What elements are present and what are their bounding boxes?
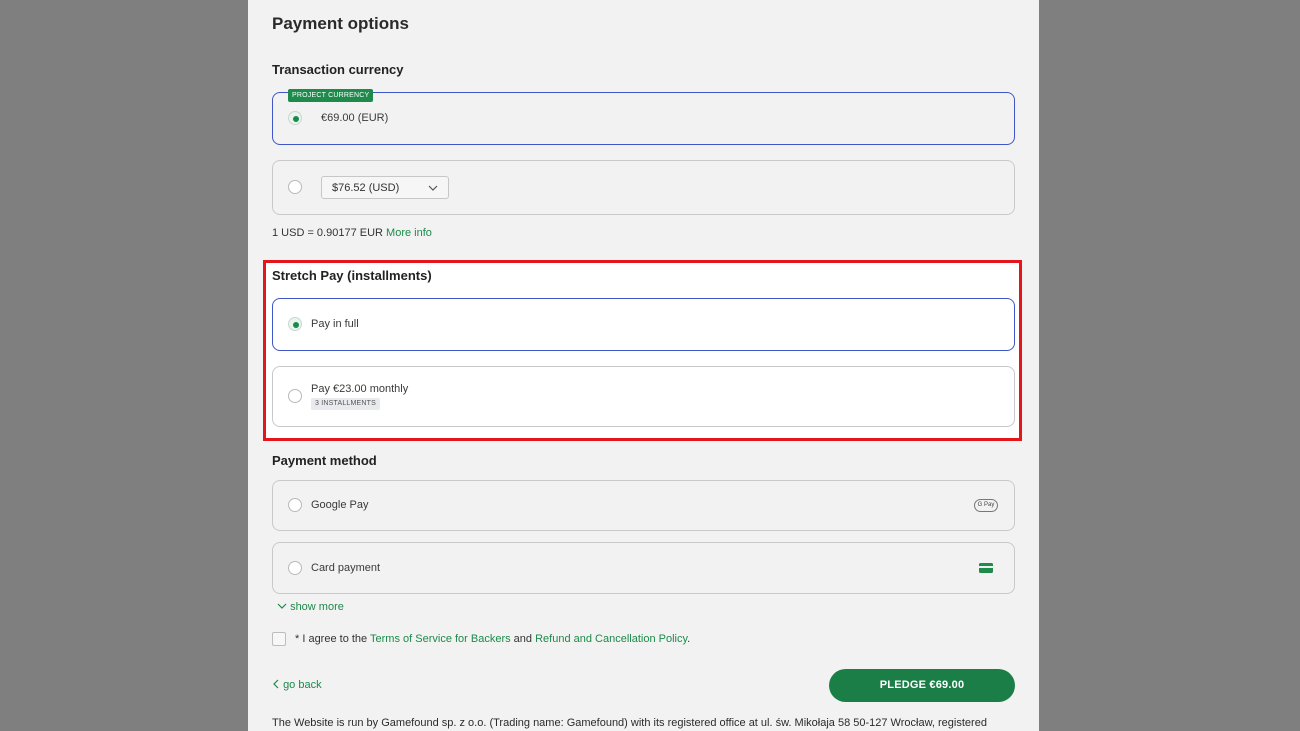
transaction-currency-heading: Transaction currency [272, 62, 404, 77]
card-payment-radio[interactable] [288, 561, 302, 575]
go-back-label: go back [283, 679, 322, 691]
pay-monthly-radio[interactable] [288, 389, 302, 403]
currency-usd-radio[interactable] [288, 180, 302, 194]
google-pay-radio[interactable] [288, 498, 302, 512]
refund-policy-link[interactable]: Refund and Cancellation Policy [535, 633, 687, 645]
installments-badge: 3 INSTALLMENTS [311, 398, 381, 410]
chevron-down-icon [428, 185, 438, 191]
google-pay-icon: G Pay [974, 499, 998, 512]
pay-monthly-option[interactable] [272, 366, 1015, 427]
google-pay-option[interactable] [272, 480, 1015, 531]
footer-text: The Website is run by Gamefound sp. z o.… [272, 717, 987, 729]
more-info-link[interactable]: More info [386, 227, 432, 239]
credit-card-icon [979, 563, 993, 573]
exchange-rate: 1 USD = 0.90177 EUR More info [272, 227, 432, 239]
chevron-left-icon [273, 679, 279, 689]
show-more-link[interactable]: show more [277, 601, 344, 613]
currency-select-value: $76.52 (USD) [332, 182, 400, 194]
payment-method-heading: Payment method [272, 453, 377, 468]
show-more-label: show more [290, 601, 344, 613]
agreement-suffix: . [687, 633, 691, 645]
pay-in-full-radio[interactable] [288, 317, 302, 331]
agree-checkbox[interactable] [272, 632, 286, 646]
terms-of-service-link[interactable]: Terms of Service for Backers [370, 633, 511, 645]
google-pay-label: Google Pay [311, 499, 369, 511]
pledge-button[interactable]: PLEDGE €69.00 [829, 669, 1015, 702]
agreement-prefix: * I agree to the [295, 633, 371, 645]
agreement-and: and [510, 633, 536, 645]
go-back-link[interactable]: go back [272, 679, 322, 691]
project-currency-badge: PROJECT CURRENCY [288, 89, 374, 102]
currency-select[interactable]: $76.52 (USD) [321, 176, 449, 199]
chevron-down-icon [277, 603, 287, 609]
card-payment-label: Card payment [311, 562, 381, 574]
card-payment-option[interactable] [272, 542, 1015, 594]
pay-monthly-label: Pay €23.00 monthly [311, 383, 409, 395]
pay-in-full-option[interactable] [272, 298, 1015, 351]
currency-eur-radio[interactable] [288, 111, 302, 125]
stretch-pay-heading: Stretch Pay (installments) [272, 268, 432, 283]
exchange-rate-text: 1 USD = 0.90177 EUR [272, 227, 383, 239]
currency-eur-label: €69.00 (EUR) [321, 112, 389, 124]
agreement-text: * I agree to the Terms of Service for Ba… [295, 633, 690, 645]
page-title: Payment options [272, 14, 409, 33]
pay-in-full-label: Pay in full [311, 318, 359, 330]
